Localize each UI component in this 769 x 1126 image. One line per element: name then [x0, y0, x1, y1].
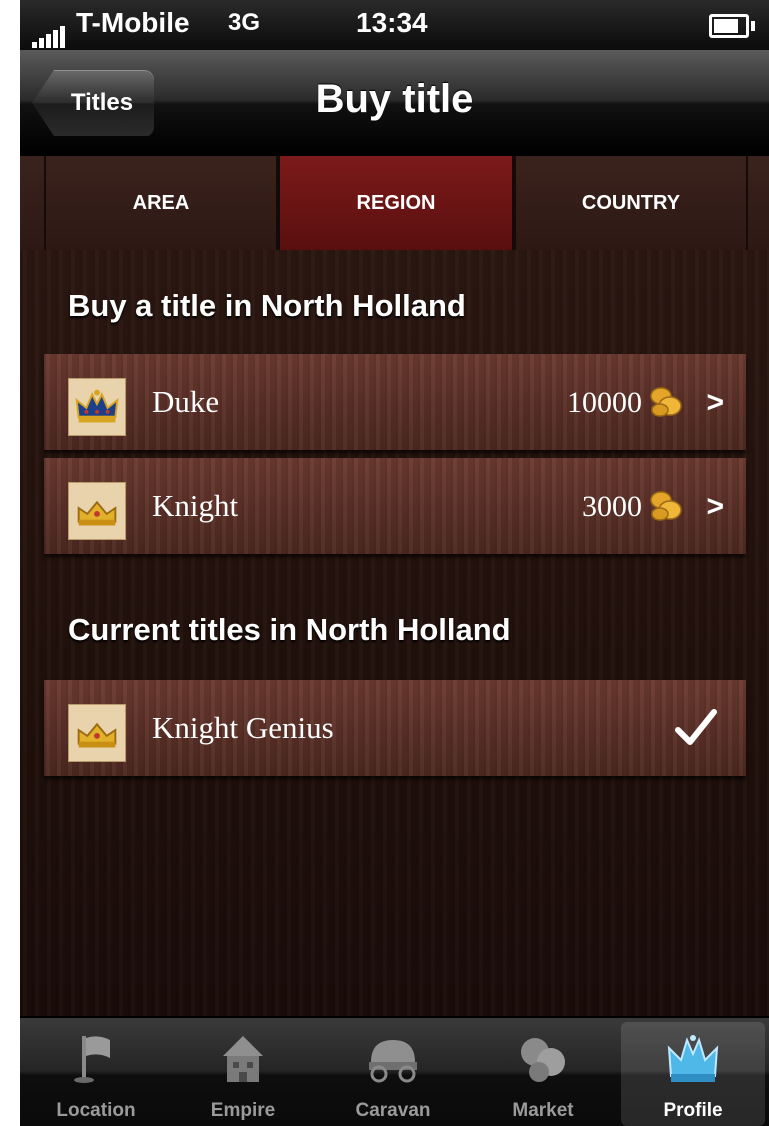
title-row-duke[interactable]: Duke 10000 >: [44, 354, 746, 450]
flag-icon: [74, 1036, 110, 1083]
tab-bar-item-location[interactable]: Location: [24, 1022, 168, 1126]
buy-section-heading: Buy a title in North Holland: [68, 288, 466, 323]
tab-bar-item-empire[interactable]: Empire: [171, 1022, 315, 1126]
tab-area[interactable]: AREA: [44, 156, 278, 250]
chevron-right-icon: >: [706, 490, 724, 523]
title-price: 10000: [567, 386, 642, 419]
chevron-right-icon: >: [706, 386, 724, 419]
checkmark-icon: [675, 709, 717, 745]
title-row-knight[interactable]: Knight 3000 >: [44, 458, 746, 554]
tab-country[interactable]: COUNTRY: [514, 156, 748, 250]
segment-edge-right: [748, 156, 769, 250]
title-name: Knight Genius: [152, 710, 334, 745]
gold-coins-icon: [650, 491, 682, 521]
scope-segmented-control: AREA REGION COUNTRY: [20, 156, 769, 250]
crown-icon: [667, 1035, 719, 1082]
tab-region[interactable]: REGION: [278, 156, 514, 250]
duke-crown-icon: [68, 378, 126, 436]
tab-bar-item-market[interactable]: Market: [471, 1022, 615, 1126]
gold-coins-icon: [650, 387, 682, 417]
segment-edge-left: [20, 156, 44, 250]
current-section-heading: Current titles in North Holland: [68, 612, 511, 647]
signal-strength-icon: [32, 16, 67, 48]
title-price: 3000: [582, 490, 642, 523]
page-title: Buy title: [315, 77, 474, 121]
network-type: 3G: [228, 9, 261, 36]
wagon-icon: [369, 1040, 417, 1083]
phone-screen: T-Mobile 3G 13:34 Titles Buy title AREA …: [20, 0, 769, 1126]
navigation-bar: Titles Buy title: [20, 50, 769, 156]
house-icon: [223, 1036, 263, 1082]
tab-bar-item-caravan[interactable]: Caravan: [321, 1022, 465, 1126]
title-name: Knight: [152, 488, 239, 523]
clock: 13:34: [356, 7, 428, 38]
knight-crown-icon: [68, 704, 126, 762]
content-area: Buy a title in North Holland Duke 10000 …: [20, 250, 769, 1016]
current-title-row: Knight Genius: [44, 680, 746, 776]
knight-crown-icon: [68, 482, 126, 540]
tab-bar-item-profile[interactable]: Profile: [621, 1022, 765, 1126]
carrier-name: T-Mobile: [76, 7, 190, 38]
tab-bar: Location Empire Caravan Market Profile: [20, 1016, 769, 1126]
battery-icon: [709, 14, 755, 38]
title-name: Duke: [152, 384, 220, 419]
coins-icon: [521, 1038, 565, 1082]
status-bar: T-Mobile 3G 13:34: [20, 0, 769, 50]
